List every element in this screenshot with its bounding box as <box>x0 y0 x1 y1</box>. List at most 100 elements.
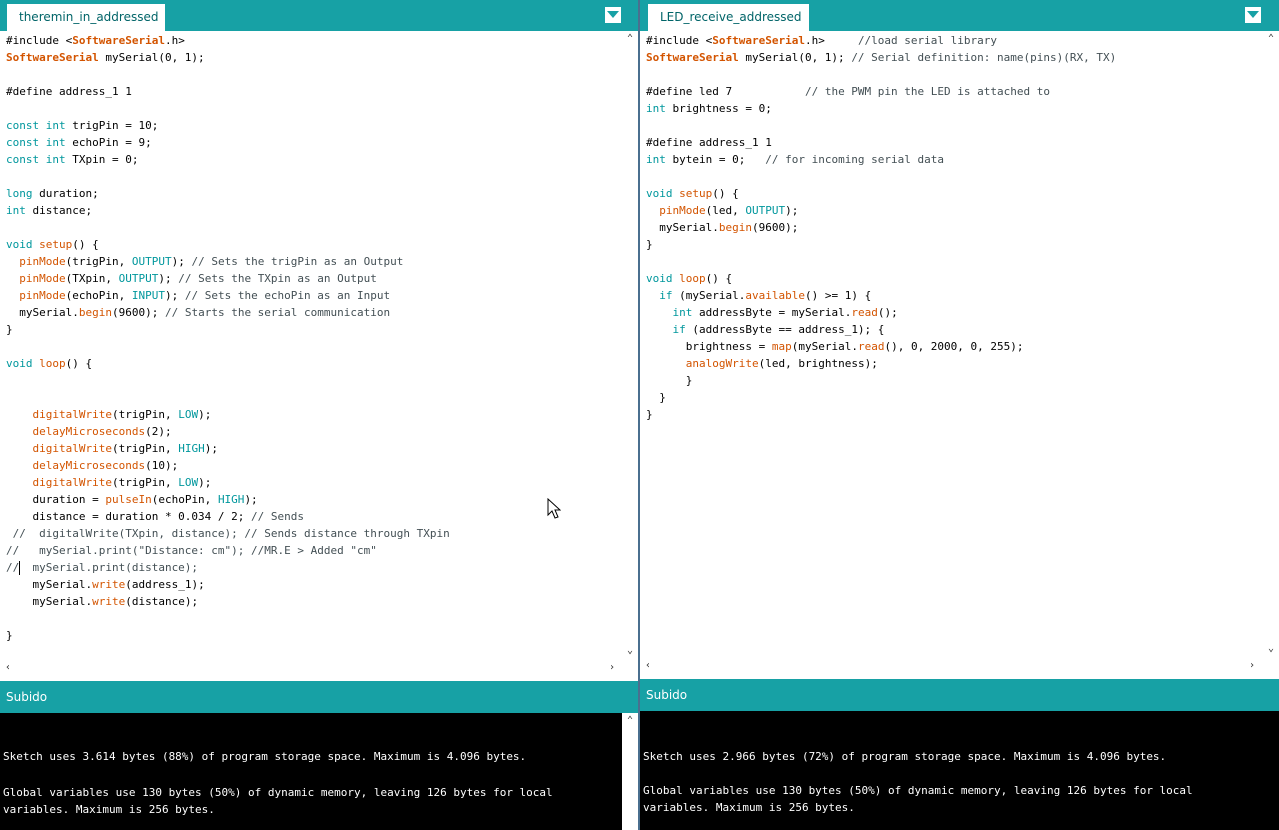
code-line[interactable]: void loop() { <box>646 270 732 287</box>
code-token: pinMode <box>19 272 66 285</box>
tab-theremin-in-addressed[interactable]: theremin_in_addressed <box>7 4 165 31</box>
code-token: LOW <box>178 408 199 421</box>
code-token: (2); <box>145 425 172 438</box>
code-line[interactable]: duration = pulseIn(echoPin, HIGH); <box>6 491 257 508</box>
scroll-up-icon[interactable]: ⌃ <box>1263 31 1279 47</box>
code-editor[interactable]: #include <SoftwareSerial.h> SoftwareSeria… <box>0 31 622 660</box>
code-line[interactable]: #define address_1 1 <box>6 83 132 100</box>
code-line[interactable]: digitalWrite(trigPin, LOW); <box>6 406 212 423</box>
scroll-left-icon[interactable]: ‹ <box>640 658 656 674</box>
code-line[interactable]: delayMicroseconds(2); <box>6 423 172 440</box>
code-line[interactable]: } <box>646 406 653 423</box>
code-token: HIGH <box>178 442 205 455</box>
code-token: void <box>6 238 33 251</box>
code-line[interactable]: #define led 7 // the PWM pin the LED is … <box>646 83 1050 100</box>
tab-led-receive-addressed[interactable]: LED_receive_addressed <box>648 4 809 31</box>
scroll-up-icon[interactable]: ⌃ <box>622 713 638 729</box>
scroll-left-icon[interactable]: ‹ <box>0 660 16 676</box>
scroll-down-icon[interactable]: ⌄ <box>622 643 638 659</box>
code-line[interactable]: } <box>646 236 653 253</box>
code-line[interactable]: } <box>646 389 666 406</box>
code-token: distance = duration * 0.034 / 2; <box>6 510 252 523</box>
code-line[interactable]: pinMode(TXpin, OUTPUT); // Sets the TXpi… <box>6 270 377 287</box>
code-token: digitalWrite <box>32 442 112 455</box>
code-token: LOW <box>178 476 199 489</box>
code-token: (echoPin, <box>65 289 132 302</box>
code-token: (distance); <box>125 595 199 608</box>
code-line[interactable]: const int echoPin = 9; <box>6 134 152 151</box>
scroll-up-icon[interactable]: ⌃ <box>622 31 638 47</box>
code-token: distance; <box>25 204 93 217</box>
code-line[interactable]: #include <SoftwareSerial.h> <box>6 32 185 49</box>
code-token: void <box>6 357 33 370</box>
code-line[interactable]: mySerial.write(distance); <box>6 593 198 610</box>
code-line[interactable]: digitalWrite(trigPin, LOW); <box>6 474 212 491</box>
code-editor[interactable]: #include <SoftwareSerial.h> //load seria… <box>640 31 1263 660</box>
code-line[interactable]: pinMode(led, OUTPUT); <box>646 202 798 219</box>
tab-menu-button[interactable] <box>605 7 621 23</box>
code-token: (trigPin, <box>111 442 179 455</box>
editor-vertical-scrollbar[interactable]: ⌃ ⌄ <box>622 31 638 660</box>
code-token: SoftwareSerial <box>712 34 805 47</box>
code-token: .h> <box>804 34 858 47</box>
code-token: SoftwareSerial <box>6 51 99 64</box>
code-token: // digitalWrite(TXpin, distance); // Sen… <box>6 527 450 540</box>
code-line[interactable]: } <box>646 372 693 389</box>
scroll-right-icon[interactable]: › <box>604 660 620 676</box>
code-line[interactable]: mySerial.begin(9600); // Starts the seri… <box>6 304 390 321</box>
code-line[interactable]: digitalWrite(trigPin, HIGH); <box>6 440 218 457</box>
output-console[interactable]: Sketch uses 2.966 bytes (72%) of program… <box>640 711 1279 830</box>
code-line[interactable]: mySerial.begin(9600); <box>646 219 798 236</box>
code-token: (TXpin, <box>65 272 119 285</box>
code-line[interactable]: int brightness = 0; <box>646 100 772 117</box>
console-line: Sketch uses 2.966 bytes (72%) of program… <box>643 750 1167 763</box>
code-line[interactable]: SoftwareSerial mySerial(0, 1); // Serial… <box>646 49 1116 66</box>
output-console[interactable]: Sketch uses 3.614 bytes (88%) of program… <box>0 713 622 830</box>
code-line[interactable]: // mySerial.print("Distance: cm"); //MR.… <box>6 542 377 559</box>
code-token: HIGH <box>217 493 245 506</box>
code-line[interactable]: if (addressByte == address_1); { <box>646 321 885 338</box>
code-token: OUTPUT <box>745 204 786 217</box>
code-line[interactable]: pinMode(trigPin, OUTPUT); // Sets the tr… <box>6 253 403 270</box>
code-line[interactable]: const int TXpin = 0; <box>6 151 138 168</box>
code-token: mySerial(0, 1); <box>738 51 852 64</box>
editor-horizontal-scrollbar[interactable]: ‹ › <box>0 660 622 676</box>
code-line[interactable]: #include <SoftwareSerial.h> //load seria… <box>646 32 997 49</box>
code-line[interactable]: void setup() { <box>6 236 99 253</box>
code-token: (trigPin, <box>65 255 132 268</box>
code-token: ); <box>158 272 179 285</box>
code-line[interactable]: // mySerial.print(distance); <box>6 559 198 576</box>
code-line[interactable]: distance = duration * 0.034 / 2; // Send… <box>6 508 304 525</box>
console-scrollbar[interactable]: ⌃ <box>622 713 638 830</box>
code-line[interactable]: void setup() { <box>646 185 739 202</box>
code-line[interactable]: long duration; <box>6 185 99 202</box>
scroll-down-icon[interactable]: ⌄ <box>1263 641 1279 657</box>
scroll-right-icon[interactable]: › <box>1244 658 1260 674</box>
code-token: ); <box>198 408 212 421</box>
code-line[interactable]: brightness = map(mySerial.read(), 0, 200… <box>646 338 1024 355</box>
code-line[interactable]: pinMode(echoPin, INPUT); // Sets the ech… <box>6 287 390 304</box>
code-line[interactable]: analogWrite(led, brightness); <box>646 355 878 372</box>
code-line[interactable]: int addressByte = mySerial.read(); <box>646 304 898 321</box>
code-line[interactable]: int bytein = 0; // for incoming serial d… <box>646 151 944 168</box>
code-line[interactable]: if (mySerial.available() >= 1) { <box>646 287 871 304</box>
code-line[interactable]: delayMicroseconds(10); <box>6 457 179 474</box>
code-line[interactable]: SoftwareSerial mySerial(0, 1); <box>6 49 205 66</box>
code-line[interactable]: #define address_1 1 <box>646 134 772 151</box>
editor-vertical-scrollbar[interactable]: ⌃ ⌄ <box>1263 31 1279 660</box>
editor-horizontal-scrollbar[interactable]: ‹ › <box>640 658 1263 674</box>
code-line[interactable]: int distance; <box>6 202 92 219</box>
console-line: variables. Maximum is 256 bytes. <box>643 801 855 814</box>
code-line[interactable]: void loop() { <box>6 355 92 372</box>
code-line[interactable]: // digitalWrite(TXpin, distance); // Sen… <box>6 525 450 542</box>
code-line[interactable]: } <box>6 321 13 338</box>
tab-menu-button[interactable] <box>1245 7 1261 23</box>
code-line[interactable]: const int trigPin = 10; <box>6 117 158 134</box>
code-line[interactable]: mySerial.write(address_1); <box>6 576 204 593</box>
code-line[interactable]: } <box>6 627 13 644</box>
code-token: int <box>45 119 66 132</box>
code-token: // for incoming serial data <box>765 153 945 166</box>
code-token: mySerial. <box>6 306 79 319</box>
